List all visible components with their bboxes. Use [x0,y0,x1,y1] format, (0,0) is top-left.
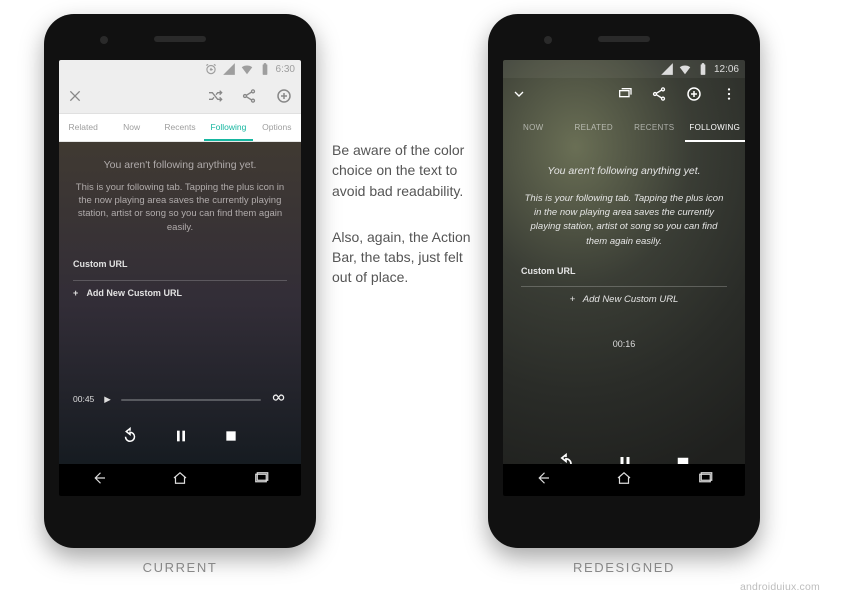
tab-following[interactable]: FOLLOWING [685,114,746,142]
battery-icon [258,62,272,76]
nav-recents-icon[interactable] [696,469,714,492]
signal-icon [660,62,674,76]
battery-icon [696,62,710,76]
action-bar [59,78,301,114]
tab-options[interactable]: Options [253,114,301,141]
tab-now[interactable]: NOW [503,114,564,142]
divider [73,280,287,281]
empty-state-description: This is your following tab. Tapping the … [521,192,727,249]
status-bar: 6:30 [59,60,301,78]
tab-recents[interactable]: Recents [156,114,204,141]
following-tab-content: You aren't following anything yet. This … [503,142,745,496]
phone-earpiece [154,36,206,42]
commentary-p2: Also, again, the Action Bar, the tabs, j… [332,227,482,288]
shuffle-icon[interactable] [207,88,223,104]
add-custom-url-button[interactable]: + Add New Custom URL [521,293,727,307]
phone-screen-current: 6:30 Related Now Rece [59,60,301,496]
action-bar [503,78,745,114]
empty-state-description: This is your following tab. Tapping the … [73,181,287,234]
overflow-icon[interactable] [721,86,737,107]
phone-earpiece [598,36,650,42]
transport-controls [59,412,301,464]
following-tab-content: You aren't following anything yet. This … [59,142,301,464]
nav-recents-icon[interactable] [252,469,270,492]
seek-row: 00:45 ▶ [73,390,287,410]
tab-recents[interactable]: RECENTS [624,114,685,142]
replay-icon[interactable] [121,427,139,449]
divider [521,286,727,287]
credit-text: androiduiux.com [740,581,820,593]
nav-back-icon[interactable] [90,469,108,492]
play-indicator-icon: ▶ [104,394,111,406]
signal-icon [222,62,236,76]
phone-label-redesigned: REDESIGNED [488,560,760,575]
wifi-icon [678,62,692,76]
tabs-row: Related Now Recents Following Options [59,114,301,142]
add-custom-url-label: Add New Custom URL [86,288,182,298]
share-icon[interactable] [241,88,257,104]
add-circle-icon[interactable] [685,85,703,108]
status-bar: 12:06 [503,60,745,78]
pause-button[interactable] [173,428,189,448]
add-alarm-icon [204,62,218,76]
commentary-text: Be aware of the color choice on the text… [332,140,482,314]
infinity-icon [271,390,287,410]
nav-home-icon[interactable] [171,469,189,492]
seek-bar[interactable] [121,399,261,401]
phone-redesigned: 12:06 NO [488,14,760,548]
elapsed-time: 00:16 [521,338,727,352]
stop-button[interactable] [223,428,239,448]
queue-icon[interactable] [617,86,633,107]
nav-home-icon[interactable] [615,469,633,492]
android-nav-bar [503,464,745,496]
close-icon[interactable] [67,88,83,104]
commentary-p1: Be aware of the color choice on the text… [332,140,482,201]
phone-screen-redesigned: 12:06 NO [503,60,745,496]
collapse-icon[interactable] [511,86,527,107]
share-icon[interactable] [651,86,667,107]
tab-related[interactable]: Related [59,114,107,141]
phone-current: 6:30 Related Now Rece [44,14,316,548]
phone-label-current: CURRENT [44,560,316,575]
wifi-icon [240,62,254,76]
elapsed-time: 00:45 [73,394,94,406]
tab-following[interactable]: Following [204,114,252,141]
section-label-custom-url: Custom URL [521,265,727,279]
add-custom-url-label: Add New Custom URL [583,294,679,305]
tab-related[interactable]: RELATED [564,114,625,142]
section-label-custom-url: Custom URL [73,258,287,271]
status-time: 12:06 [714,64,739,75]
empty-state-title: You aren't following anything yet. [73,158,287,173]
empty-state-title: You aren't following anything yet. [521,164,727,180]
nav-back-icon[interactable] [534,469,552,492]
status-time: 6:30 [276,64,295,75]
android-nav-bar [59,464,301,496]
plus-icon: + [570,294,581,305]
add-circle-icon[interactable] [275,87,293,105]
tabs-row: NOW RELATED RECENTS FOLLOWING [503,114,745,142]
plus-icon: + [73,287,78,300]
tab-now[interactable]: Now [107,114,155,141]
add-custom-url-button[interactable]: + Add New Custom URL [73,287,287,300]
